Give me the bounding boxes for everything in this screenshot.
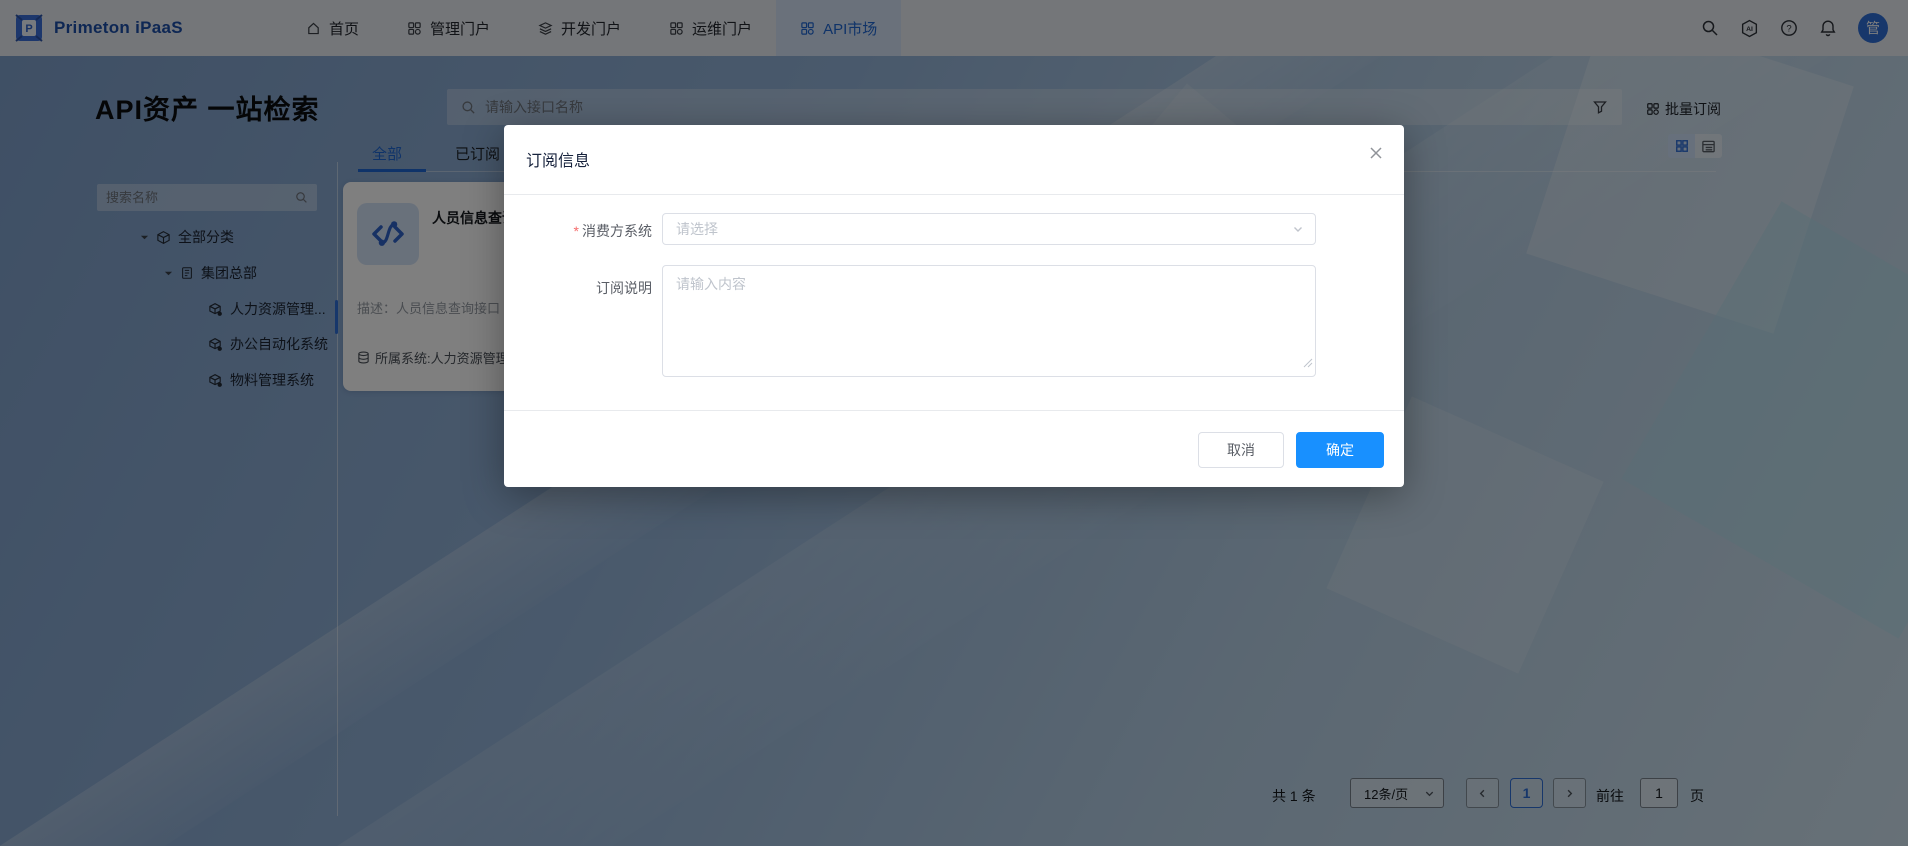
chevron-down-icon bbox=[1292, 223, 1304, 235]
close-icon[interactable] bbox=[1368, 145, 1384, 161]
subscription-modal: 订阅信息 *消费方系统 请选择 订阅说明 取消 确定 bbox=[504, 125, 1404, 487]
consumer-system-select[interactable]: 请选择 bbox=[662, 213, 1316, 245]
cancel-button[interactable]: 取消 bbox=[1198, 432, 1284, 468]
required-asterisk: * bbox=[574, 223, 579, 239]
modal-title: 订阅信息 bbox=[526, 147, 590, 171]
modal-header-divider bbox=[504, 194, 1404, 195]
modal-footer-divider bbox=[504, 410, 1404, 411]
consumer-system-label: *消费方系统 bbox=[504, 221, 652, 241]
subscribe-note-field bbox=[662, 265, 1316, 377]
subscribe-note-label: 订阅说明 bbox=[504, 278, 652, 298]
subscribe-note-textarea[interactable] bbox=[662, 265, 1316, 377]
select-placeholder: 请选择 bbox=[676, 219, 718, 239]
confirm-button[interactable]: 确定 bbox=[1296, 432, 1384, 468]
